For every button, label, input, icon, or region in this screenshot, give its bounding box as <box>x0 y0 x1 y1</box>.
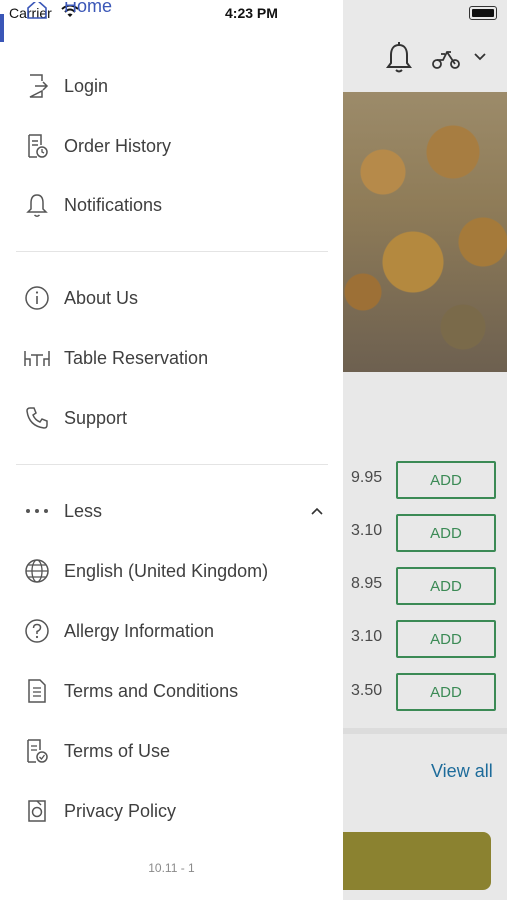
bell-icon[interactable] <box>385 42 413 74</box>
menu-label: Table Reservation <box>64 347 209 368</box>
menu-label: Home <box>64 2 113 16</box>
item-price: 3.10 <box>351 628 383 645</box>
privacy-icon <box>24 798 50 824</box>
checkout-button[interactable] <box>343 832 491 890</box>
app-version: 10.11 - 1 <box>148 861 195 875</box>
food-banner-image <box>343 92 507 372</box>
menu-item-login[interactable]: Login <box>0 62 343 110</box>
globe-icon <box>24 558 50 584</box>
order-history-icon <box>24 133 50 159</box>
item-price: 9.95 <box>351 469 383 486</box>
delivery-scooter-icon[interactable] <box>431 46 461 70</box>
navigation-drawer: Carrier 4:23 PM Home Login Order History… <box>0 0 343 900</box>
menu-label: Support <box>64 407 128 428</box>
menu-item-about-us[interactable]: About Us <box>0 274 343 322</box>
menu-label: Allergy Information <box>64 620 215 641</box>
add-button[interactable]: ADD <box>396 461 496 499</box>
add-button[interactable]: ADD <box>396 620 496 658</box>
menu-label: Less <box>64 500 103 521</box>
background-app: 9.95 ADD 3.10 ADD 8.95 ADD 3.10 ADD 3.50… <box>343 0 507 900</box>
document-check-icon <box>24 738 50 764</box>
phone-icon <box>24 405 50 431</box>
login-icon <box>24 73 50 99</box>
battery-icon <box>469 6 497 20</box>
table-reservation-icon <box>24 345 50 371</box>
menu-divider <box>16 464 328 465</box>
menu-label: About Us <box>64 287 139 308</box>
chevron-down-icon[interactable] <box>473 52 487 62</box>
item-price: 3.50 <box>351 682 383 699</box>
menu-label: Privacy Policy <box>64 800 177 821</box>
add-button[interactable]: ADD <box>396 673 496 711</box>
menu-label: Terms and Conditions <box>64 680 239 701</box>
menu-item-terms-of-use[interactable]: Terms of Use <box>0 727 343 775</box>
menu-item-support[interactable]: Support <box>0 394 343 442</box>
menu-item-home[interactable]: Home <box>0 2 343 28</box>
add-button[interactable]: ADD <box>396 567 496 605</box>
menu-item-privacy-policy[interactable]: Privacy Policy <box>0 787 343 835</box>
menu-label: Terms of Use <box>64 740 171 761</box>
info-icon <box>24 285 50 311</box>
more-dots-icon <box>24 498 50 524</box>
question-circle-icon <box>24 618 50 644</box>
menu-item-notifications[interactable]: Notifications <box>0 181 343 229</box>
menu-label: English (United Kingdom) <box>64 560 269 581</box>
menu-item-language[interactable]: English (United Kingdom) <box>0 547 343 595</box>
item-price: 3.10 <box>351 522 383 539</box>
menu-label: Order History <box>64 135 172 156</box>
menu-item-less[interactable]: Less <box>0 487 343 535</box>
menu-divider <box>16 251 328 252</box>
home-icon <box>24 2 50 22</box>
menu-item-allergy[interactable]: Allergy Information <box>0 607 343 655</box>
menu-item-table-reservation[interactable]: Table Reservation <box>0 334 343 382</box>
chevron-up-icon <box>310 506 324 516</box>
item-price: 8.95 <box>351 575 383 592</box>
document-icon <box>24 678 50 704</box>
menu-label: Login <box>64 75 109 96</box>
add-button[interactable]: ADD <box>396 514 496 552</box>
menu-label: Notifications <box>64 194 163 215</box>
bell-icon <box>24 192 50 218</box>
view-all-link[interactable]: View all <box>431 761 493 782</box>
menu-item-order-history[interactable]: Order History <box>0 122 343 170</box>
menu-item-terms-conditions[interactable]: Terms and Conditions <box>0 667 343 715</box>
section-divider <box>343 728 507 734</box>
